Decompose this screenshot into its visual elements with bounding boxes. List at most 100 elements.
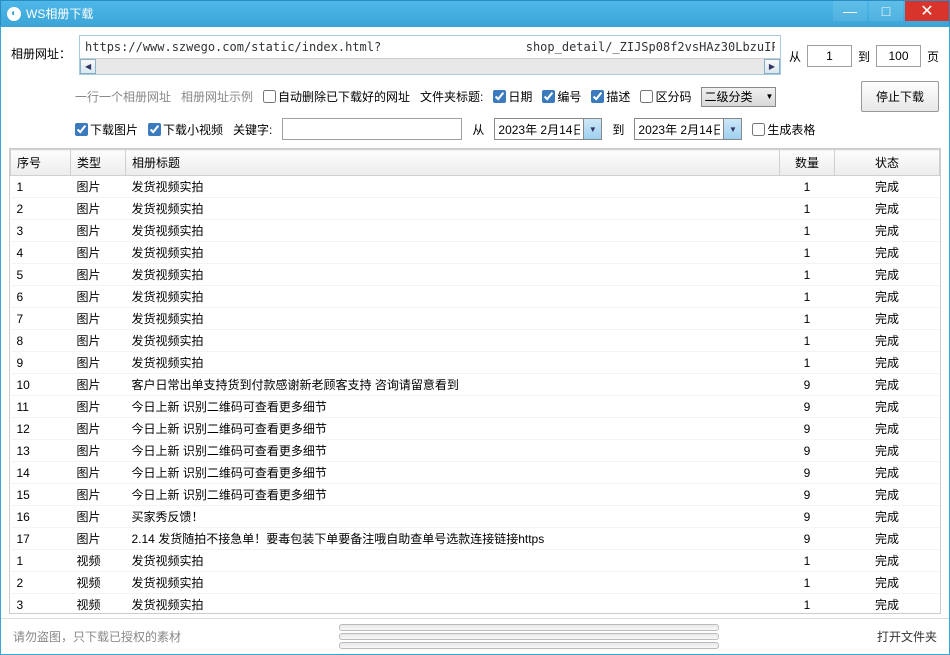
cell-seq: 3: [11, 220, 71, 242]
table-row[interactable]: 13图片今日上新 识别二维码可查看更多细节9完成: [11, 440, 940, 462]
results-table-wrap[interactable]: 序号 类型 相册标题 数量 状态 1图片发货视频实拍1完成2图片发货视频实拍1完…: [9, 148, 941, 614]
table-row[interactable]: 4图片发货视频实拍1完成: [11, 242, 940, 264]
cell-qty: 1: [780, 308, 835, 330]
cell-title: 发货视频实拍: [126, 264, 780, 286]
table-row[interactable]: 1视频发货视频实拍1完成: [11, 550, 940, 572]
date-checkbox[interactable]: [493, 90, 506, 103]
download-video-checkbox[interactable]: [148, 123, 161, 136]
cell-status: 完成: [835, 242, 940, 264]
barcode-checkbox[interactable]: [640, 90, 653, 103]
open-folder-link[interactable]: 打开文件夹: [877, 628, 937, 645]
table-row[interactable]: 7图片发货视频实拍1完成: [11, 308, 940, 330]
download-image-checkbox[interactable]: [75, 123, 88, 136]
table-row[interactable]: 11图片今日上新 识别二维码可查看更多细节9完成: [11, 396, 940, 418]
cell-status: 完成: [835, 594, 940, 615]
number-checkbox[interactable]: [542, 90, 555, 103]
cb-number-label: 编号: [557, 88, 581, 105]
gen-table-checkbox[interactable]: [752, 123, 765, 136]
table-row[interactable]: 6图片发货视频实拍1完成: [11, 286, 940, 308]
cell-status: 完成: [835, 198, 940, 220]
download-image-label: 下载图片: [90, 121, 138, 138]
minimize-button[interactable]: —: [833, 1, 867, 21]
range-from-label: 从: [789, 48, 801, 65]
date-from-dropdown-icon[interactable]: ▼: [583, 119, 601, 139]
cell-qty: 1: [780, 572, 835, 594]
chevron-down-icon: ▼: [766, 92, 774, 101]
cell-qty: 1: [780, 264, 835, 286]
cell-qty: 1: [780, 352, 835, 374]
cell-status: 完成: [835, 550, 940, 572]
progress-bar-3: [339, 642, 719, 649]
col-status[interactable]: 状态: [835, 150, 940, 176]
table-row[interactable]: 8图片发货视频实拍1完成: [11, 330, 940, 352]
stop-download-button[interactable]: 停止下载: [861, 81, 939, 112]
cell-status: 完成: [835, 308, 940, 330]
keyword-input[interactable]: [282, 118, 462, 140]
example-link[interactable]: 相册网址示例: [181, 88, 253, 105]
url-scrollbar[interactable]: ◀ ▶: [80, 58, 780, 74]
table-row[interactable]: 12图片今日上新 识别二维码可查看更多细节9完成: [11, 418, 940, 440]
table-row[interactable]: 9图片发货视频实拍1完成: [11, 352, 940, 374]
scroll-right-icon[interactable]: ▶: [764, 59, 780, 74]
table-row[interactable]: 15图片今日上新 识别二维码可查看更多细节9完成: [11, 484, 940, 506]
cell-qty: 1: [780, 286, 835, 308]
col-qty[interactable]: 数量: [780, 150, 835, 176]
table-row[interactable]: 14图片今日上新 识别二维码可查看更多细节9完成: [11, 462, 940, 484]
keyword-label: 关键字:: [233, 121, 272, 138]
range-to-input[interactable]: [876, 45, 921, 67]
maximize-button[interactable]: □: [869, 1, 903, 21]
cb-barcode-label: 区分码: [655, 88, 691, 105]
category-label: 二级分类: [704, 88, 752, 105]
col-title[interactable]: 相册标题: [126, 150, 780, 176]
desc-checkbox[interactable]: [591, 90, 604, 103]
cell-qty: 1: [780, 176, 835, 198]
cell-title: 今日上新 识别二维码可查看更多细节: [126, 462, 780, 484]
category-combo[interactable]: 二级分类 ▼: [701, 87, 776, 107]
cell-type: 图片: [71, 484, 126, 506]
col-type[interactable]: 类型: [71, 150, 126, 176]
cell-status: 完成: [835, 352, 940, 374]
cell-type: 图片: [71, 528, 126, 550]
cell-type: 视频: [71, 550, 126, 572]
cell-type: 图片: [71, 462, 126, 484]
cb-date-label: 日期: [508, 88, 532, 105]
cell-seq: 1: [11, 550, 71, 572]
table-row[interactable]: 10图片客户日常出单支持货到付款感谢新老顾客支持 咨询请留意看到9完成: [11, 374, 940, 396]
download-video-label: 下载小视频: [163, 121, 223, 138]
date-from-label: 从: [472, 121, 484, 138]
table-row[interactable]: 1图片发货视频实拍1完成: [11, 176, 940, 198]
date-from-input[interactable]: [495, 122, 583, 136]
cell-type: 图片: [71, 374, 126, 396]
date-to-input[interactable]: [635, 122, 723, 136]
cell-type: 图片: [71, 396, 126, 418]
cell-title: 发货视频实拍: [126, 572, 780, 594]
auto-delete-checkbox[interactable]: [263, 90, 276, 103]
progress-bar-2: [339, 633, 719, 640]
cell-seq: 15: [11, 484, 71, 506]
table-row[interactable]: 5图片发货视频实拍1完成: [11, 264, 940, 286]
results-table: 序号 类型 相册标题 数量 状态 1图片发货视频实拍1完成2图片发货视频实拍1完…: [10, 149, 940, 614]
cell-qty: 9: [780, 506, 835, 528]
cell-seq: 1: [11, 176, 71, 198]
date-to-dropdown-icon[interactable]: ▼: [723, 119, 741, 139]
col-seq[interactable]: 序号: [11, 150, 71, 176]
table-row[interactable]: 3视频发货视频实拍1完成: [11, 594, 940, 615]
cell-type: 图片: [71, 308, 126, 330]
scroll-left-icon[interactable]: ◀: [80, 59, 96, 74]
cell-type: 图片: [71, 506, 126, 528]
table-row[interactable]: 2视频发货视频实拍1完成: [11, 572, 940, 594]
cell-title: 今日上新 识别二维码可查看更多细节: [126, 484, 780, 506]
cell-title: 今日上新 识别二维码可查看更多细节: [126, 418, 780, 440]
cell-seq: 9: [11, 352, 71, 374]
cell-qty: 1: [780, 198, 835, 220]
close-button[interactable]: ✕: [905, 1, 949, 21]
table-row[interactable]: 3图片发货视频实拍1完成: [11, 220, 940, 242]
table-row[interactable]: 17图片2.14 发货随拍不接急单！要毒包装下单要备注哦自助查单号选款连接链接h…: [11, 528, 940, 550]
one-per-line-link[interactable]: 一行一个相册网址: [75, 88, 171, 105]
url-input[interactable]: [80, 36, 780, 58]
range-from-input[interactable]: [807, 45, 852, 67]
cell-type: 视频: [71, 572, 126, 594]
table-row[interactable]: 16图片买家秀反馈！9完成: [11, 506, 940, 528]
table-row[interactable]: 2图片发货视频实拍1完成: [11, 198, 940, 220]
cell-status: 完成: [835, 264, 940, 286]
